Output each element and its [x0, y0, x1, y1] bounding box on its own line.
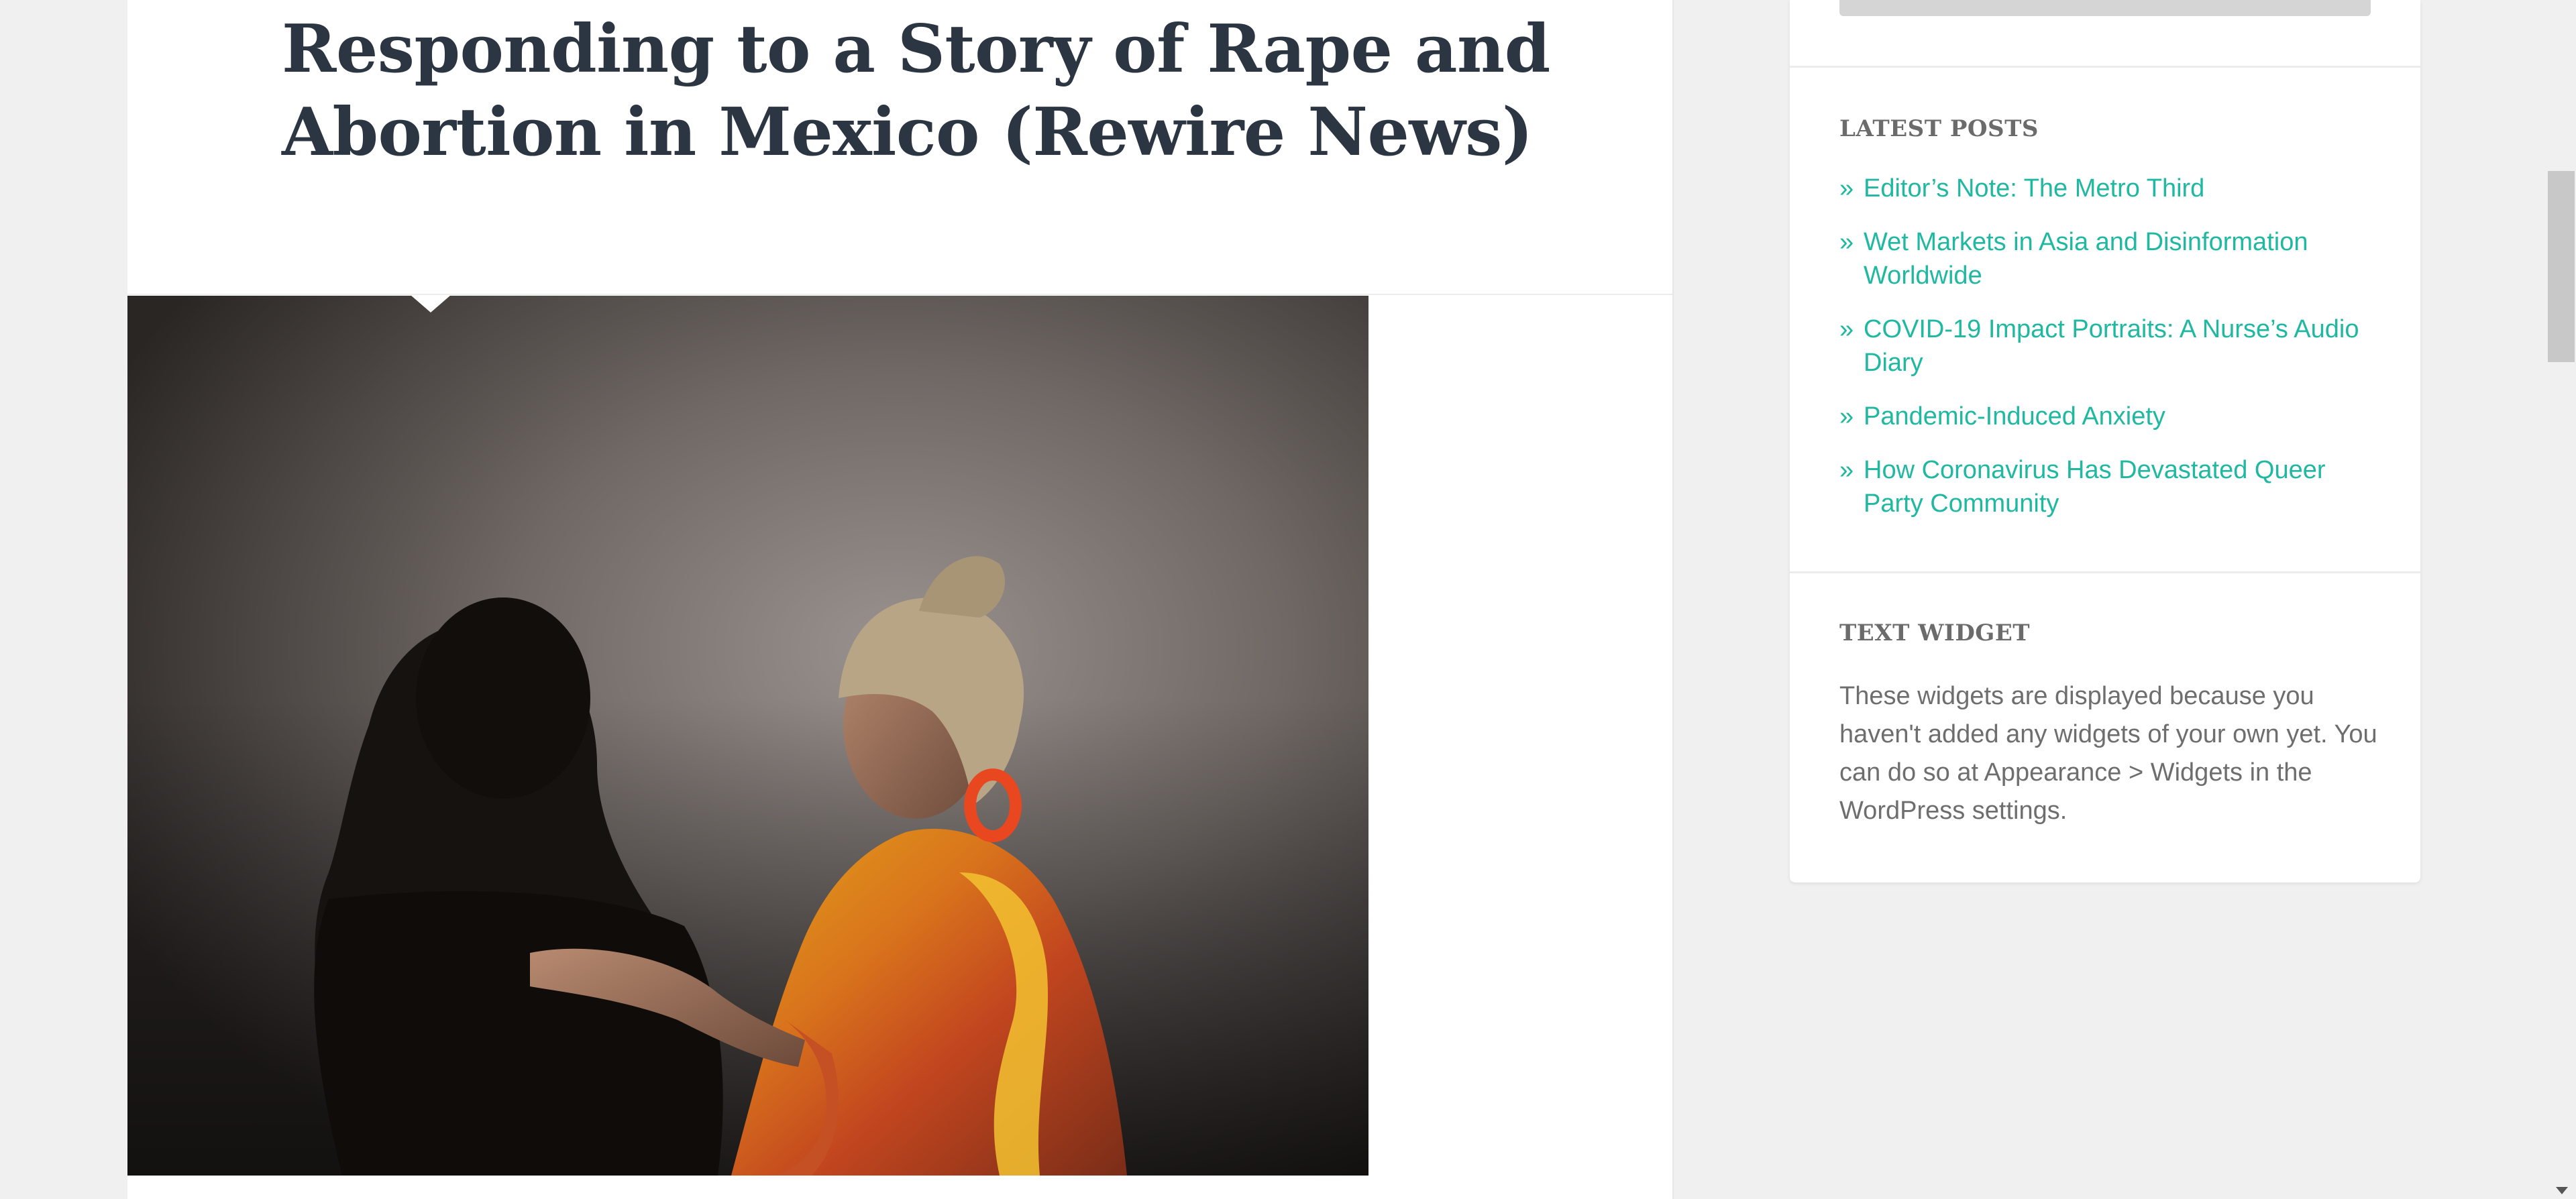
latest-post-link[interactable]: Pandemic-Induced Anxiety — [1864, 402, 2165, 431]
text-widget-title: TEXT WIDGET — [1839, 620, 2031, 646]
bullet-icon: » — [1839, 402, 1854, 431]
widget-divider — [1790, 571, 2420, 573]
bullet-icon: » — [1839, 228, 1854, 256]
bullet-icon: » — [1839, 456, 1854, 484]
post-title: Responding to a Story of Rape and Aborti… — [282, 11, 1550, 171]
latest-post-link[interactable]: Wet Markets in Asia and Disinformation W… — [1864, 228, 2308, 290]
article-content: Responding to a Story of Rape and Aborti… — [127, 0, 1674, 1199]
latest-posts-title: LATEST POSTS — [1839, 115, 2039, 142]
search-input[interactable] — [1839, 0, 2371, 16]
page: Responding to a Story of Rape and Aborti… — [0, 0, 2576, 1199]
latest-post-link[interactable]: COVID-19 Impact Portraits: A Nurse’s Aud… — [1864, 315, 2359, 377]
article-header: Responding to a Story of Rape and Aborti… — [127, 0, 1672, 295]
latest-post-link[interactable]: Editor’s Note: The Metro Third — [1864, 174, 2204, 203]
bullet-icon: » — [1839, 174, 1854, 203]
list-item: » Pandemic-Induced Anxiety — [1839, 400, 2376, 433]
featured-image — [127, 296, 1368, 1176]
latest-post-link[interactable]: How Coronavirus Has Devastated Queer Par… — [1864, 456, 2326, 518]
list-item: » COVID-19 Impact Portraits: A Nurse’s A… — [1839, 312, 2376, 380]
widget-divider — [1790, 66, 2420, 68]
sidebar: LATEST POSTS » Editor’s Note: The Metro … — [1790, 0, 2420, 882]
text-widget-body: These widgets are displayed because you … — [1839, 682, 2377, 825]
latest-posts-list: » Editor’s Note: The Metro Third » Wet M… — [1839, 172, 2376, 540]
featured-photo — [127, 296, 1368, 1176]
scrollbar-thumb[interactable] — [2548, 171, 2575, 362]
list-item: » Wet Markets in Asia and Disinformation… — [1839, 225, 2376, 292]
list-item: » Editor’s Note: The Metro Third — [1839, 172, 2376, 205]
bullet-icon: » — [1839, 315, 1854, 343]
header-pointer-arrow — [411, 295, 451, 312]
list-item: » How Coronavirus Has Devastated Queer P… — [1839, 453, 2376, 520]
chevron-down-icon[interactable] — [2556, 1187, 2568, 1194]
